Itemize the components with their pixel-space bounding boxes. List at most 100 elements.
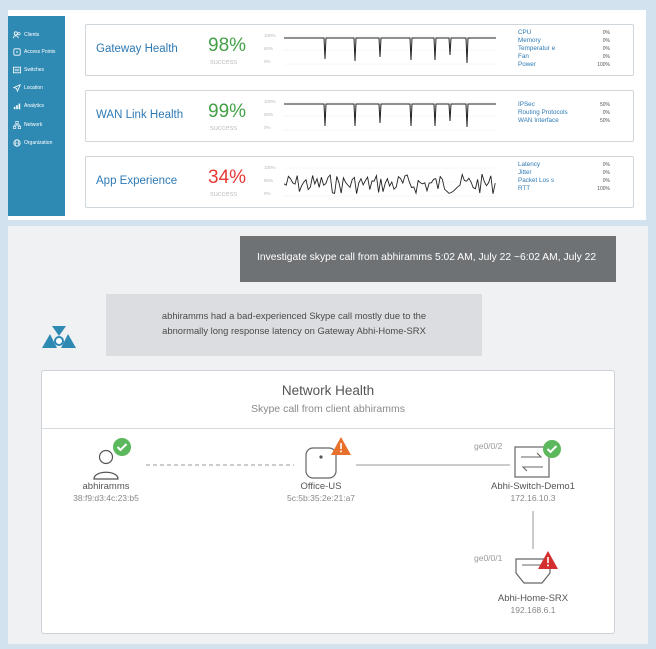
metrics-list: Latency 0% Jitter 0% Packet Los s 0% RTT 100…: [518, 161, 610, 193]
metric-value: 50%: [599, 118, 610, 124]
ap-mac: 5c:5b:35:2e:21:a7: [286, 493, 356, 503]
gateway-port: ge0/0/1: [474, 553, 503, 563]
wan-sparkline: [284, 101, 496, 131]
access-point-icon[interactable]: [305, 447, 337, 479]
clients-icon: [12, 30, 21, 39]
y-tick-label: 100%: [264, 99, 276, 104]
y-tick-label: 100%: [264, 165, 276, 170]
metric-value: 0%: [602, 178, 610, 184]
y-axis: 100% 50% 0%: [264, 165, 280, 199]
warning-icon: [331, 437, 351, 455]
card-subtitle: success: [210, 189, 238, 198]
gateway-name: Abhi-Home-SRX: [497, 593, 569, 604]
card-subtitle: success: [210, 57, 238, 66]
metric-row: Temperatur e 0%: [518, 45, 610, 53]
network-icon: [12, 120, 21, 129]
client-name: abhiramms: [82, 481, 130, 492]
metric-label[interactable]: Packet Los s: [518, 177, 554, 184]
metric-value: 0%: [602, 30, 610, 36]
metric-row: RTT 100%: [518, 185, 610, 193]
sidebar-item-organization[interactable]: Organization: [12, 138, 52, 147]
y-tick-label: 50%: [264, 178, 274, 183]
switch-name: Abhi-Switch-Demo1: [491, 481, 575, 492]
y-tick-label: 50%: [264, 46, 274, 51]
y-tick-label: 100%: [264, 33, 276, 38]
metric-label[interactable]: Power: [518, 61, 536, 68]
metric-value: 0%: [602, 162, 610, 168]
metric-label[interactable]: Routing Protocols: [518, 109, 568, 116]
metric-value: 50%: [599, 102, 610, 108]
sidebar: Clients Access Points Switches Location …: [8, 16, 65, 216]
switch-icon: [12, 65, 21, 74]
metric-value: 0%: [602, 170, 610, 176]
metric-label[interactable]: WAN Interface: [518, 117, 559, 124]
gateway-health-card[interactable]: Gateway Health 98% success 100% 50% 0% C…: [85, 24, 634, 76]
ap-name: Office-US: [300, 481, 342, 492]
switch-ip: 172.16.10.3: [510, 493, 556, 503]
y-tick-label: 0%: [264, 59, 271, 64]
metric-row: Jitter 0%: [518, 169, 610, 177]
sidebar-item-access-points[interactable]: Access Points: [12, 47, 55, 56]
assistant-message-line: abhiramms had a bad-experienced Skype ca…: [161, 310, 427, 321]
assistant-message-line: abnormally long response latency on Gate…: [162, 325, 426, 336]
app-experience-card[interactable]: App Experience 34% success 100% 50% 0% L…: [85, 156, 634, 208]
organization-icon: [12, 138, 21, 147]
wan-link-health-card[interactable]: WAN Link Health 99% success 100% 50% 0% …: [85, 90, 634, 142]
metric-label[interactable]: IPSec: [518, 101, 535, 108]
y-axis: 100% 50% 0%: [264, 99, 280, 133]
metric-row: CPU 0%: [518, 29, 610, 37]
sidebar-item-label: Network: [24, 121, 43, 128]
card-percent: 99%: [208, 101, 247, 122]
client-mac: 38:f9:d3:4c:23:b5: [73, 493, 139, 503]
sidebar-item-label: Access Points: [24, 48, 56, 55]
metric-label[interactable]: RTT: [518, 185, 530, 192]
gateway-sparkline: [284, 35, 496, 65]
metric-row: Power 100%: [518, 61, 610, 69]
location-icon: [12, 83, 21, 92]
metric-label[interactable]: Memory: [518, 37, 541, 44]
switch-port: ge0/0/2: [474, 441, 503, 451]
analytics-icon: [12, 101, 21, 110]
sidebar-item-analytics[interactable]: Analytics: [12, 101, 44, 110]
metric-value: 0%: [602, 54, 610, 60]
metric-row: Memory 0%: [518, 37, 610, 45]
sidebar-item-location[interactable]: Location: [12, 83, 43, 92]
sidebar-item-label: Organization: [24, 139, 53, 146]
metric-label[interactable]: Fan: [518, 53, 529, 60]
metric-row: Latency 0%: [518, 161, 610, 169]
metric-value: 100%: [597, 62, 610, 68]
metric-value: 0%: [602, 38, 610, 44]
metric-row: Fan 0%: [518, 53, 610, 61]
access-point-icon: [12, 47, 21, 56]
sidebar-item-switches[interactable]: Switches: [12, 65, 44, 74]
app-frame: Clients Access Points Switches Location …: [0, 0, 656, 649]
metric-label[interactable]: Temperatur e: [518, 45, 555, 52]
card-title: WAN Link Health: [96, 109, 184, 121]
metric-value: 0%: [602, 110, 610, 116]
metrics-list: CPU 0% Memory 0% Temperatur e 0% Fan 0% Powe…: [518, 29, 610, 69]
metric-row: Routing Protocols 0%: [518, 109, 610, 117]
sidebar-item-network[interactable]: Network: [12, 120, 42, 129]
client-icon[interactable]: [93, 449, 119, 480]
card-title: Gateway Health: [96, 43, 178, 55]
metric-label[interactable]: CPU: [518, 29, 531, 36]
y-axis: 100% 50% 0%: [264, 33, 280, 67]
ok-check-icon: [113, 438, 131, 456]
sidebar-item-label: Analytics: [24, 102, 45, 109]
metric-row: IPSec 50%: [518, 101, 610, 109]
metric-label[interactable]: Latency: [518, 161, 540, 168]
card-subtitle: success: [210, 123, 238, 132]
sidebar-item-label: Clients: [24, 31, 40, 38]
gateway-ip: 192.168.6.1: [510, 605, 556, 615]
card-percent: 34%: [208, 167, 247, 188]
y-tick-label: 0%: [264, 125, 271, 130]
user-message-bubble: Investigate skype call from abhiramms 5:…: [240, 236, 616, 282]
sidebar-item-label: Switches: [24, 66, 45, 73]
metric-value: 100%: [597, 186, 610, 192]
assistant-message-bubble: abhiramms had a bad-experienced Skype ca…: [106, 294, 482, 356]
app-experience-sparkline: [284, 167, 496, 197]
sidebar-item-clients[interactable]: Clients: [12, 30, 39, 39]
assistant-logo-icon: [42, 326, 76, 348]
metric-label[interactable]: Jitter: [518, 169, 532, 176]
metric-row: WAN Interface 50%: [518, 117, 610, 125]
